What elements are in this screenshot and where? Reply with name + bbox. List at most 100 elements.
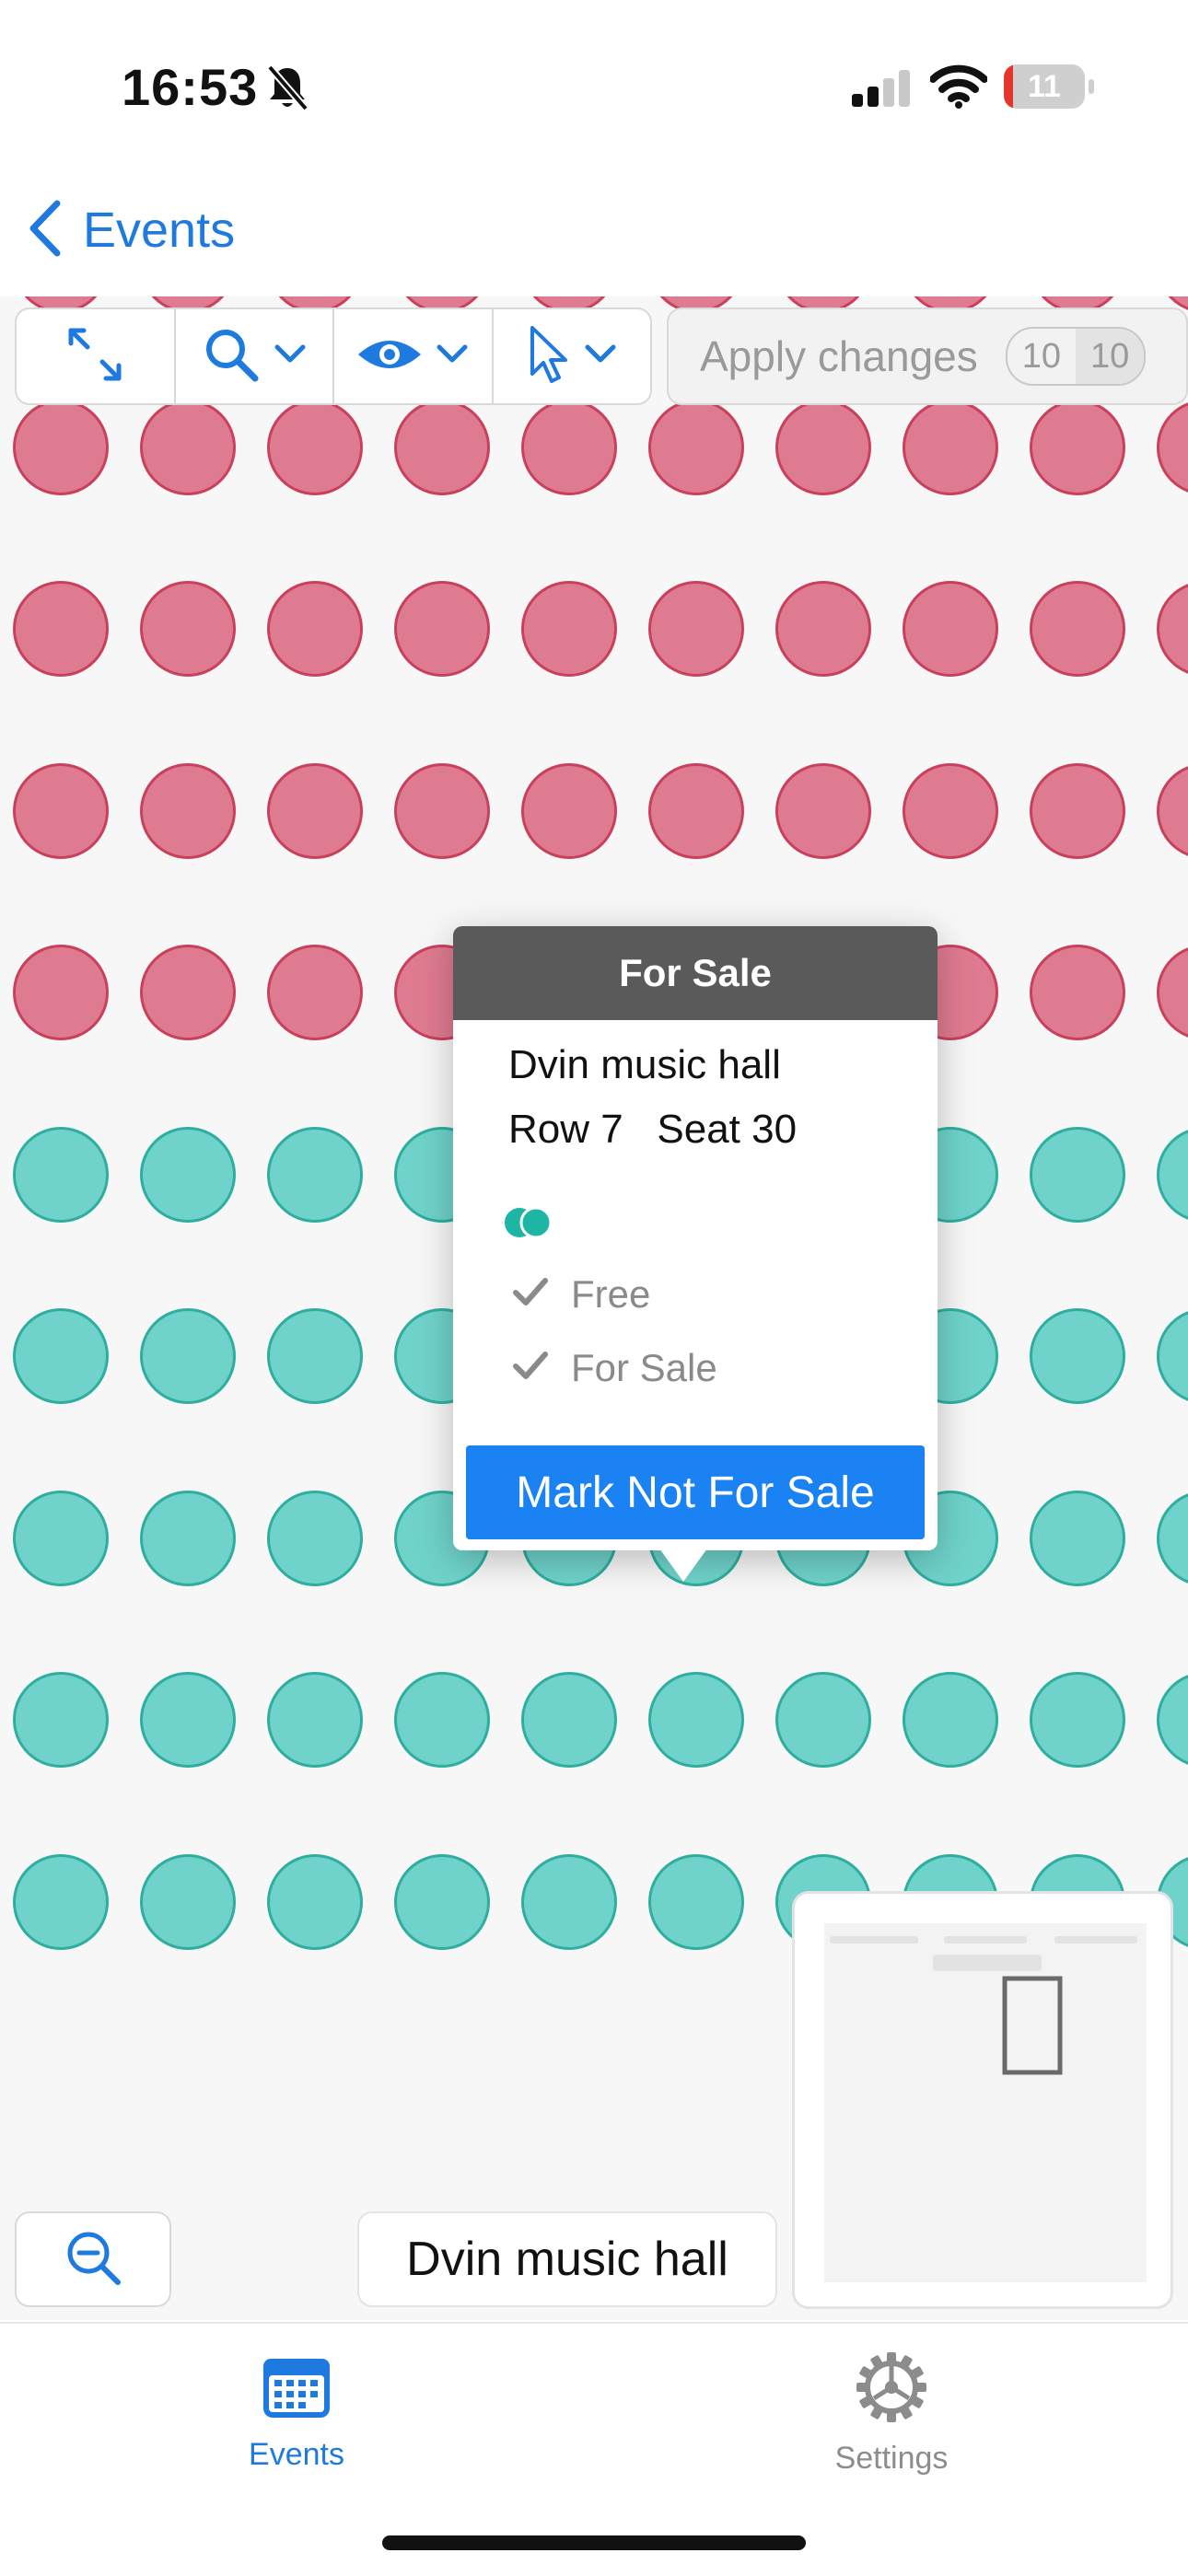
seat-booked[interactable] <box>13 581 109 677</box>
seat-free[interactable] <box>1030 1490 1125 1586</box>
seat-booked[interactable] <box>1030 762 1125 859</box>
seat-booked[interactable] <box>13 945 109 1040</box>
seat-free[interactable] <box>1157 1672 1188 1768</box>
seat-free[interactable] <box>13 1126 109 1223</box>
seat-booked[interactable] <box>648 581 744 677</box>
seat-free[interactable] <box>13 1853 109 1950</box>
seat-free[interactable] <box>13 1490 109 1586</box>
mark-not-for-sale-button[interactable]: Mark Not For Sale <box>466 1445 925 1539</box>
back-button-label: Events <box>83 203 236 258</box>
popover-row-seat: Row 7 Seat 30 <box>508 1107 798 1152</box>
back-button[interactable]: Events <box>26 193 235 267</box>
seat-booked[interactable] <box>775 762 871 859</box>
seat-free[interactable] <box>140 1490 236 1586</box>
seat-free[interactable] <box>267 1672 363 1768</box>
select-mode-dropdown-button[interactable] <box>494 309 651 403</box>
cursor-arrow-icon <box>527 324 571 389</box>
seat-free[interactable] <box>775 1672 871 1768</box>
seat-booked[interactable] <box>648 762 744 859</box>
seat-booked[interactable] <box>1030 945 1125 1040</box>
seat-free[interactable] <box>394 1853 490 1950</box>
popover-arrow <box>659 1549 707 1582</box>
seat-status-dots-icon <box>503 1204 567 1241</box>
seat-booked[interactable] <box>394 581 490 677</box>
seat-booked[interactable] <box>267 399 363 495</box>
seat-free[interactable] <box>13 1308 109 1404</box>
eye-icon <box>356 332 423 381</box>
seat-free[interactable] <box>267 1853 363 1950</box>
gear-icon <box>854 2350 929 2430</box>
changes-count-badge: 10 10 <box>1005 327 1147 386</box>
seat-free[interactable] <box>140 1672 236 1768</box>
seat-booked[interactable] <box>13 399 109 495</box>
seat-booked[interactable] <box>1157 945 1188 1040</box>
seat-free[interactable] <box>267 1308 363 1404</box>
seat-booked[interactable] <box>267 762 363 859</box>
search-dropdown-button[interactable] <box>176 309 334 403</box>
fit-to-screen-button[interactable] <box>17 309 176 403</box>
seat-free[interactable] <box>1157 1490 1188 1586</box>
seat-booked[interactable] <box>13 762 109 859</box>
visibility-dropdown-button[interactable] <box>334 309 494 403</box>
seat-booked[interactable] <box>1030 581 1125 677</box>
seat-free[interactable] <box>1157 1126 1188 1223</box>
seat-booked[interactable] <box>903 762 998 859</box>
apply-changes-label: Apply changes <box>700 332 978 380</box>
popover-venue: Dvin music hall <box>508 1042 781 1087</box>
seat-booked[interactable] <box>521 399 617 495</box>
seat-booked[interactable] <box>775 581 871 677</box>
seat-free[interactable] <box>648 1853 744 1950</box>
bell-muted-icon <box>266 64 309 117</box>
popover-header: For Sale <box>453 926 938 1020</box>
minimap[interactable] <box>792 1891 1173 2309</box>
badge-count-left: 10 <box>1021 337 1062 376</box>
seat-booked[interactable] <box>1157 581 1188 677</box>
tab-events[interactable]: Events <box>158 2350 435 2473</box>
badge-count-right: 10 <box>1076 329 1145 384</box>
seat-booked[interactable] <box>140 399 236 495</box>
seat-booked[interactable] <box>521 762 617 859</box>
chevron-down-icon <box>274 343 307 370</box>
seat-booked[interactable] <box>521 581 617 677</box>
seat-free[interactable] <box>267 1126 363 1223</box>
seat-free[interactable] <box>521 1853 617 1950</box>
seat-free[interactable] <box>267 1490 363 1586</box>
seat-free[interactable] <box>648 1672 744 1768</box>
seat-booked[interactable] <box>140 581 236 677</box>
seat-booked[interactable] <box>903 399 998 495</box>
zoom-out-button[interactable] <box>15 2211 171 2307</box>
seat-booked[interactable] <box>1157 399 1188 495</box>
seat-booked[interactable] <box>394 399 490 495</box>
search-icon <box>202 325 261 389</box>
seat-free[interactable] <box>903 1672 998 1768</box>
seat-free[interactable] <box>394 1672 490 1768</box>
popover-item-for-sale: For Sale <box>512 1346 717 1390</box>
seat-free[interactable] <box>1030 1308 1125 1404</box>
seat-free[interactable] <box>13 1672 109 1768</box>
seat-popover: For Sale Dvin music hall Row 7 Seat 30 F… <box>453 926 938 1582</box>
chevron-left-icon <box>26 200 63 261</box>
tab-events-label: Events <box>249 2437 344 2472</box>
apply-changes-button[interactable]: Apply changes 10 10 <box>667 307 1188 405</box>
seat-booked[interactable] <box>140 762 236 859</box>
seat-free[interactable] <box>140 1126 236 1223</box>
seat-free[interactable] <box>1030 1126 1125 1223</box>
seat-free[interactable] <box>1030 1672 1125 1768</box>
tab-settings[interactable]: Settings <box>753 2350 1030 2477</box>
seat-free[interactable] <box>140 1853 236 1950</box>
seat-booked[interactable] <box>648 399 744 495</box>
seat-booked[interactable] <box>140 945 236 1040</box>
seat-booked[interactable] <box>267 945 363 1040</box>
seat-free[interactable] <box>140 1308 236 1404</box>
chevron-down-icon <box>584 343 617 370</box>
seat-booked[interactable] <box>1157 762 1188 859</box>
seat-booked[interactable] <box>775 399 871 495</box>
seat-booked[interactable] <box>394 762 490 859</box>
checkmark-icon <box>512 1272 549 1317</box>
minimap-canvas <box>824 1923 1147 2282</box>
seat-free[interactable] <box>521 1672 617 1768</box>
seat-booked[interactable] <box>267 581 363 677</box>
seat-booked[interactable] <box>1030 399 1125 495</box>
seat-booked[interactable] <box>903 581 998 677</box>
seat-free[interactable] <box>1157 1308 1188 1404</box>
